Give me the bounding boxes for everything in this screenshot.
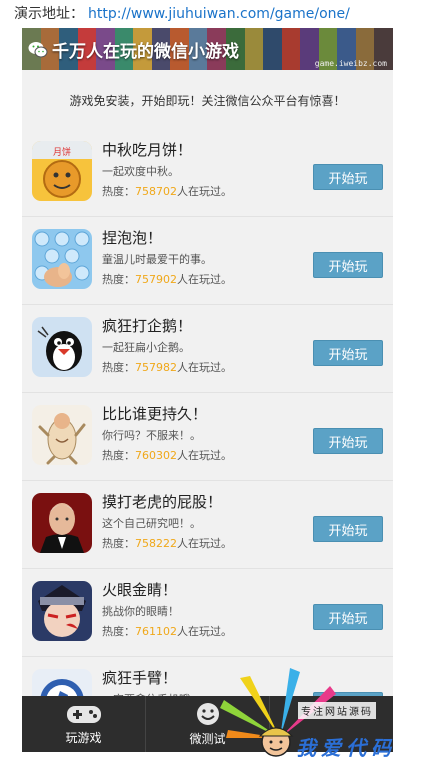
- penguin-game-icon[interactable]: [32, 317, 92, 377]
- nav-micro-test-label: 微测试: [189, 731, 226, 746]
- heat-count: 758222: [135, 537, 177, 550]
- endurance-game-icon[interactable]: [32, 405, 92, 465]
- game-heat: 热度：760302人在玩过。: [102, 449, 232, 462]
- heat-count: 761102: [135, 625, 177, 638]
- demo-address: 演示地址： http://www.jiuhuiwan.com/game/one/: [14, 3, 350, 23]
- game-name: 中秋吃月饼！: [102, 141, 193, 159]
- gamepad-icon: [66, 705, 101, 723]
- game-item[interactable]: 捏泡泡！ 童温儿时最爱干的事。 热度：757902人在玩过。 开始玩: [22, 217, 393, 305]
- banner-title: 千万人在玩的微信小游戏: [28, 37, 239, 62]
- heat-count: 760302: [135, 449, 177, 462]
- game-item[interactable]: 疯狂打企鹅！ 一起狂扁小企鹅。 热度：757982人在玩过。 开始玩: [22, 305, 393, 393]
- game-heat: 热度：758702人在玩过。: [102, 185, 232, 198]
- game-name: 疯狂打企鹅！: [102, 317, 193, 335]
- game-name: 疯狂手臂！: [102, 669, 178, 687]
- game-heat: 热度：758222人在玩过。: [102, 537, 232, 550]
- sharp-eyes-game-icon[interactable]: [32, 581, 92, 641]
- play-button[interactable]: 开始玩: [313, 164, 383, 190]
- game-desc: 挑战你的眼睛！: [102, 605, 179, 618]
- banner-stripe: [281, 28, 301, 70]
- mooncake-game-icon[interactable]: 月饼: [32, 141, 92, 201]
- game-heat: 热度：761102人在玩过。: [102, 625, 232, 638]
- play-button[interactable]: 开始玩: [313, 604, 383, 630]
- game-item[interactable]: 摸打老虎的屁股！ 这个自己研究吧！。 热度：758222人在玩过。 开始玩: [22, 481, 393, 569]
- game-name: 摸打老虎的屁股！: [102, 493, 223, 511]
- game-list: 月饼 中秋吃月饼！ 一起欢度中秋。 热度：758702人在玩过。 开始玩 捏泡泡…: [22, 129, 393, 745]
- bubble-wrap-game-icon[interactable]: [32, 229, 92, 289]
- svg-text:月饼: 月饼: [53, 146, 71, 158]
- nav-micro-test[interactable]: 微测试: [146, 696, 270, 752]
- game-heat: 热度：757902人在玩过。: [102, 273, 232, 286]
- game-app: 千万人在玩的微信小游戏 game.iweibz.com 游戏免安装，开始即玩！关…: [22, 28, 393, 752]
- game-desc: 一起欢度中秋。: [102, 165, 179, 178]
- heat-count: 757902: [135, 273, 177, 286]
- banner-domain: game.iweibz.com: [314, 59, 387, 68]
- game-item[interactable]: 月饼 中秋吃月饼！ 一起欢度中秋。 热度：758702人在玩过。 开始玩: [22, 129, 393, 217]
- banner-title-text: 千万人在玩的微信小游戏: [52, 42, 239, 62]
- game-name: 捏泡泡！: [102, 229, 163, 247]
- play-button[interactable]: 开始玩: [313, 428, 383, 454]
- game-desc: 你行吗？不服来！。: [102, 429, 201, 442]
- heat-count: 758702: [135, 185, 177, 198]
- demo-label: 演示地址：: [14, 6, 84, 22]
- game-desc: 童温儿时最爱干的事。: [102, 253, 212, 266]
- game-desc: 一起狂扁小企鹅。: [102, 341, 190, 354]
- game-name: 比比谁更持久！: [102, 405, 208, 423]
- nav-third[interactable]: [270, 696, 393, 752]
- banner: 千万人在玩的微信小游戏 game.iweibz.com: [22, 28, 393, 70]
- play-button[interactable]: 开始玩: [313, 340, 383, 366]
- tiger-butt-game-icon[interactable]: [32, 493, 92, 553]
- game-heat: 热度：757982人在玩过。: [102, 361, 232, 374]
- nav-play-games-label: 玩游戏: [65, 730, 102, 745]
- bottom-nav: 玩游戏 微测试: [22, 696, 393, 752]
- game-name: 火眼金睛！: [102, 581, 178, 599]
- banner-stripe: [263, 28, 282, 70]
- banner-stripe: [244, 28, 264, 70]
- game-item[interactable]: 比比谁更持久！ 你行吗？不服来！。 热度：760302人在玩过。 开始玩: [22, 393, 393, 481]
- play-button[interactable]: 开始玩: [313, 252, 383, 278]
- wechat-icon: [28, 41, 48, 57]
- play-button[interactable]: 开始玩: [313, 516, 383, 542]
- game-desc: 这个自己研究吧！。: [102, 517, 201, 530]
- notice-text: 游戏免安装，开始即玩！关注微信公众平台有惊喜！: [22, 70, 393, 129]
- demo-url-link[interactable]: http://www.jiuhuiwan.com/game/one/: [88, 6, 350, 22]
- nav-play-games[interactable]: 玩游戏: [22, 696, 146, 752]
- heat-count: 757982: [135, 361, 177, 374]
- game-item[interactable]: 火眼金睛！ 挑战你的眼睛！ 热度：761102人在玩过。 开始玩: [22, 569, 393, 657]
- smiley-icon: [196, 702, 219, 725]
